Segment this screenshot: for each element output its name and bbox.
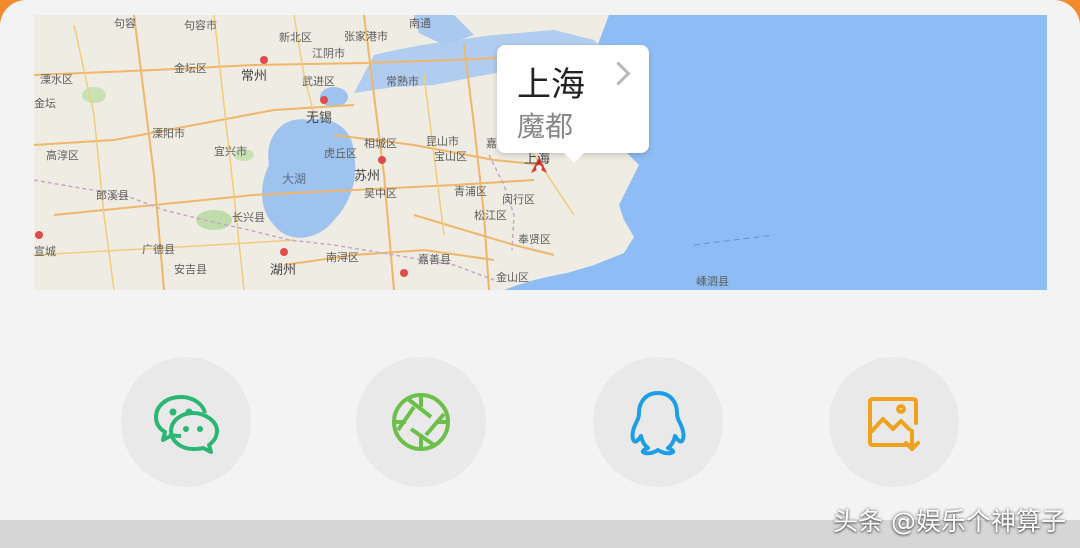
callout-title: 上海 [517,65,585,105]
map-preview[interactable]: 句容 金坛区 常州 武进区 张家港市 常熟市 溧阳市 无锡 宜兴市 相城区 昆山… [34,15,1047,290]
qq-icon [630,391,686,456]
map-label-jiashan: 嘉善县 [418,253,451,266]
map-label-anji: 安吉县 [174,263,207,276]
map-label-nanxun: 南浔区 [326,251,359,264]
location-callout[interactable]: 上海 魔都 [497,45,649,163]
map-label-zhenjiang: 句容市 [184,19,217,32]
moments-aperture-icon [392,393,450,451]
wechat-icon [154,395,219,454]
map-label-liyang: 溧阳市 [152,127,185,140]
map-label-yixi: 宣城 [34,245,56,258]
share-sheet: 句容 金坛区 常州 武进区 张家港市 常熟市 溧阳市 无锡 宜兴市 相城区 昆山… [0,0,1080,548]
map-label-jinshan: 金山区 [496,271,529,284]
map-label-jintan: 金坛区 [174,62,207,75]
map-label-changshu: 常熟市 [386,75,419,88]
map-label-huzhou: 湖州 [270,263,297,278]
callout-subtitle: 魔都 [517,110,574,143]
map-label-wuzhong: 吴中区 [364,187,397,200]
map-label-xiangcheng: 相城区 [364,137,397,150]
save-image-icon [868,397,920,451]
share-wechat-button[interactable] [121,357,251,487]
share-qq-button[interactable] [593,357,723,487]
chevron-right-icon [606,61,631,86]
save-image-button[interactable] [829,357,959,487]
share-moments-button[interactable] [356,357,486,487]
watermark-text: 头条 @娱乐个神算子 [833,507,1066,536]
map-label-jiangyin: 江阴市 [312,47,345,60]
map-label-qingpu: 青浦区 [454,185,487,198]
map-label-yixing: 宜兴市 [214,145,247,158]
map-label-kunshan: 昆山市 [426,135,459,148]
map-label-jinhu: 金坛 [34,97,56,110]
map-label-nantong: 南通 [409,17,431,30]
map-label-songjiang: 松江区 [474,209,507,222]
map-label-suzhou: 苏州 [354,169,381,184]
map-label-minhang: 闵行区 [502,193,535,206]
map-label-fengxian: 奉贤区 [518,233,551,246]
map-label-wuxi: 无锡 [306,111,333,126]
map-label-shengsi: 嵊泗县 [696,275,729,288]
map-label-huqiu: 虎丘区 [324,147,357,160]
map-label-baoshan: 宝山区 [434,150,467,163]
map-label-wujin: 武进区 [302,75,335,88]
map-label-gaochun: 高淳区 [46,149,79,162]
map-label-lishui: 溧水区 [40,73,73,86]
map-label-langxi: 郎溪县 [96,189,129,202]
map-label-guangde: 广德县 [142,243,175,256]
map-label-changzhou: 常州 [241,69,268,84]
map-label-jurong: 句容 [114,17,136,30]
map-label-changxing: 长兴县 [232,211,265,224]
map-label-taihu: 大湖 [282,172,307,186]
map-label-xinbei: 新北区 [279,31,312,44]
map-label-zhangjiagang: 张家港市 [344,30,388,43]
